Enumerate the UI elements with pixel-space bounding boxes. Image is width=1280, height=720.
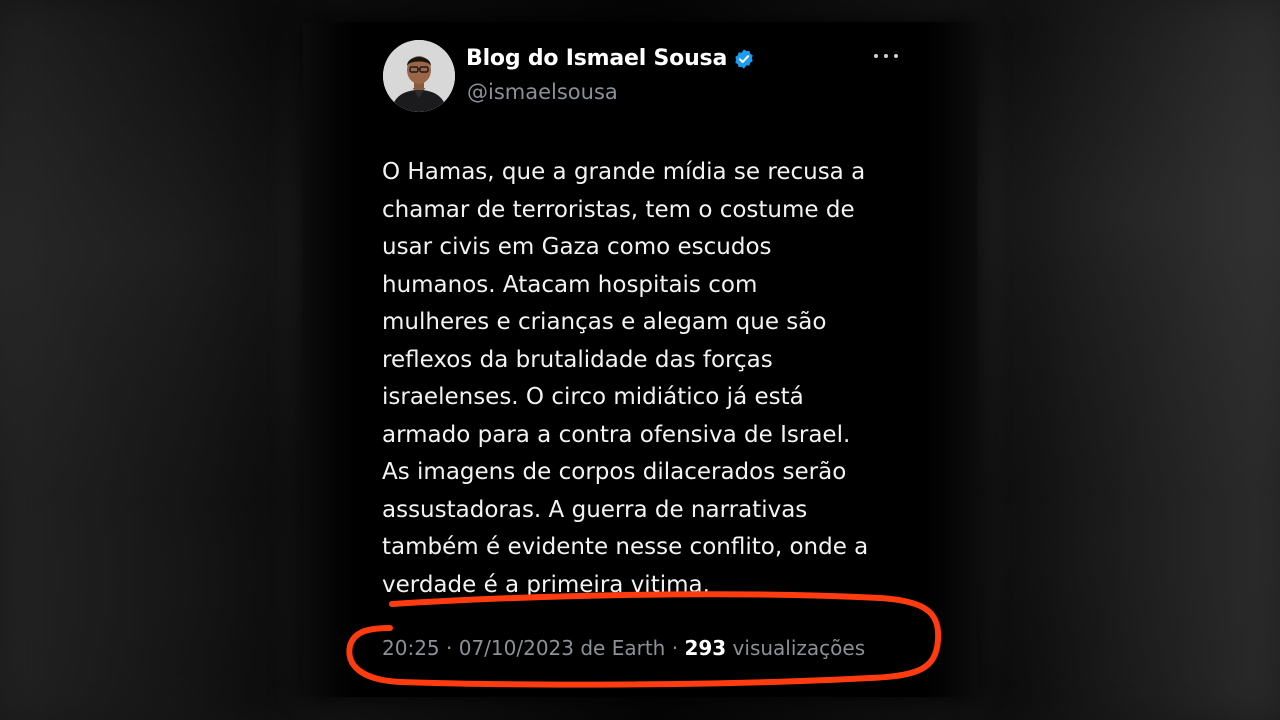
meta-separator: · (439, 636, 459, 660)
tweet-source: de Earth (574, 636, 666, 660)
verified-badge-icon (733, 48, 755, 70)
more-dot (884, 54, 888, 58)
author-display-name[interactable]: Blog do Ismael Sousa (466, 46, 727, 71)
meta-separator: · (665, 636, 685, 660)
more-dot (894, 54, 898, 58)
tweet-card: Blog do Ismael Sousa @ismaelsousa O Hama… (303, 22, 977, 697)
views-count[interactable]: 293 (684, 636, 726, 660)
avatar-image (383, 40, 455, 112)
more-dot (874, 54, 878, 58)
tweet-text: O Hamas, que a grande mídia se recusa a … (382, 159, 869, 598)
blurred-background-right (990, 0, 1280, 720)
author-name-row[interactable]: Blog do Ismael Sousa (466, 46, 755, 71)
card-edge-right (925, 22, 977, 697)
blurred-background-left (0, 0, 290, 720)
card-edge-left (303, 22, 355, 697)
author-handle[interactable]: @ismaelsousa (467, 80, 618, 104)
screenshot-stage: Blog do Ismael Sousa @ismaelsousa O Hama… (0, 0, 1280, 720)
avatar[interactable] (383, 40, 455, 112)
more-options-icon[interactable] (874, 48, 898, 64)
tweet-meta: 20:25 · 07/10/2023 de Earth · 293 visual… (382, 636, 865, 660)
views-label: visualizações (726, 636, 866, 660)
tweet-date[interactable]: 07/10/2023 (459, 636, 574, 660)
tweet-time[interactable]: 20:25 (382, 636, 440, 660)
